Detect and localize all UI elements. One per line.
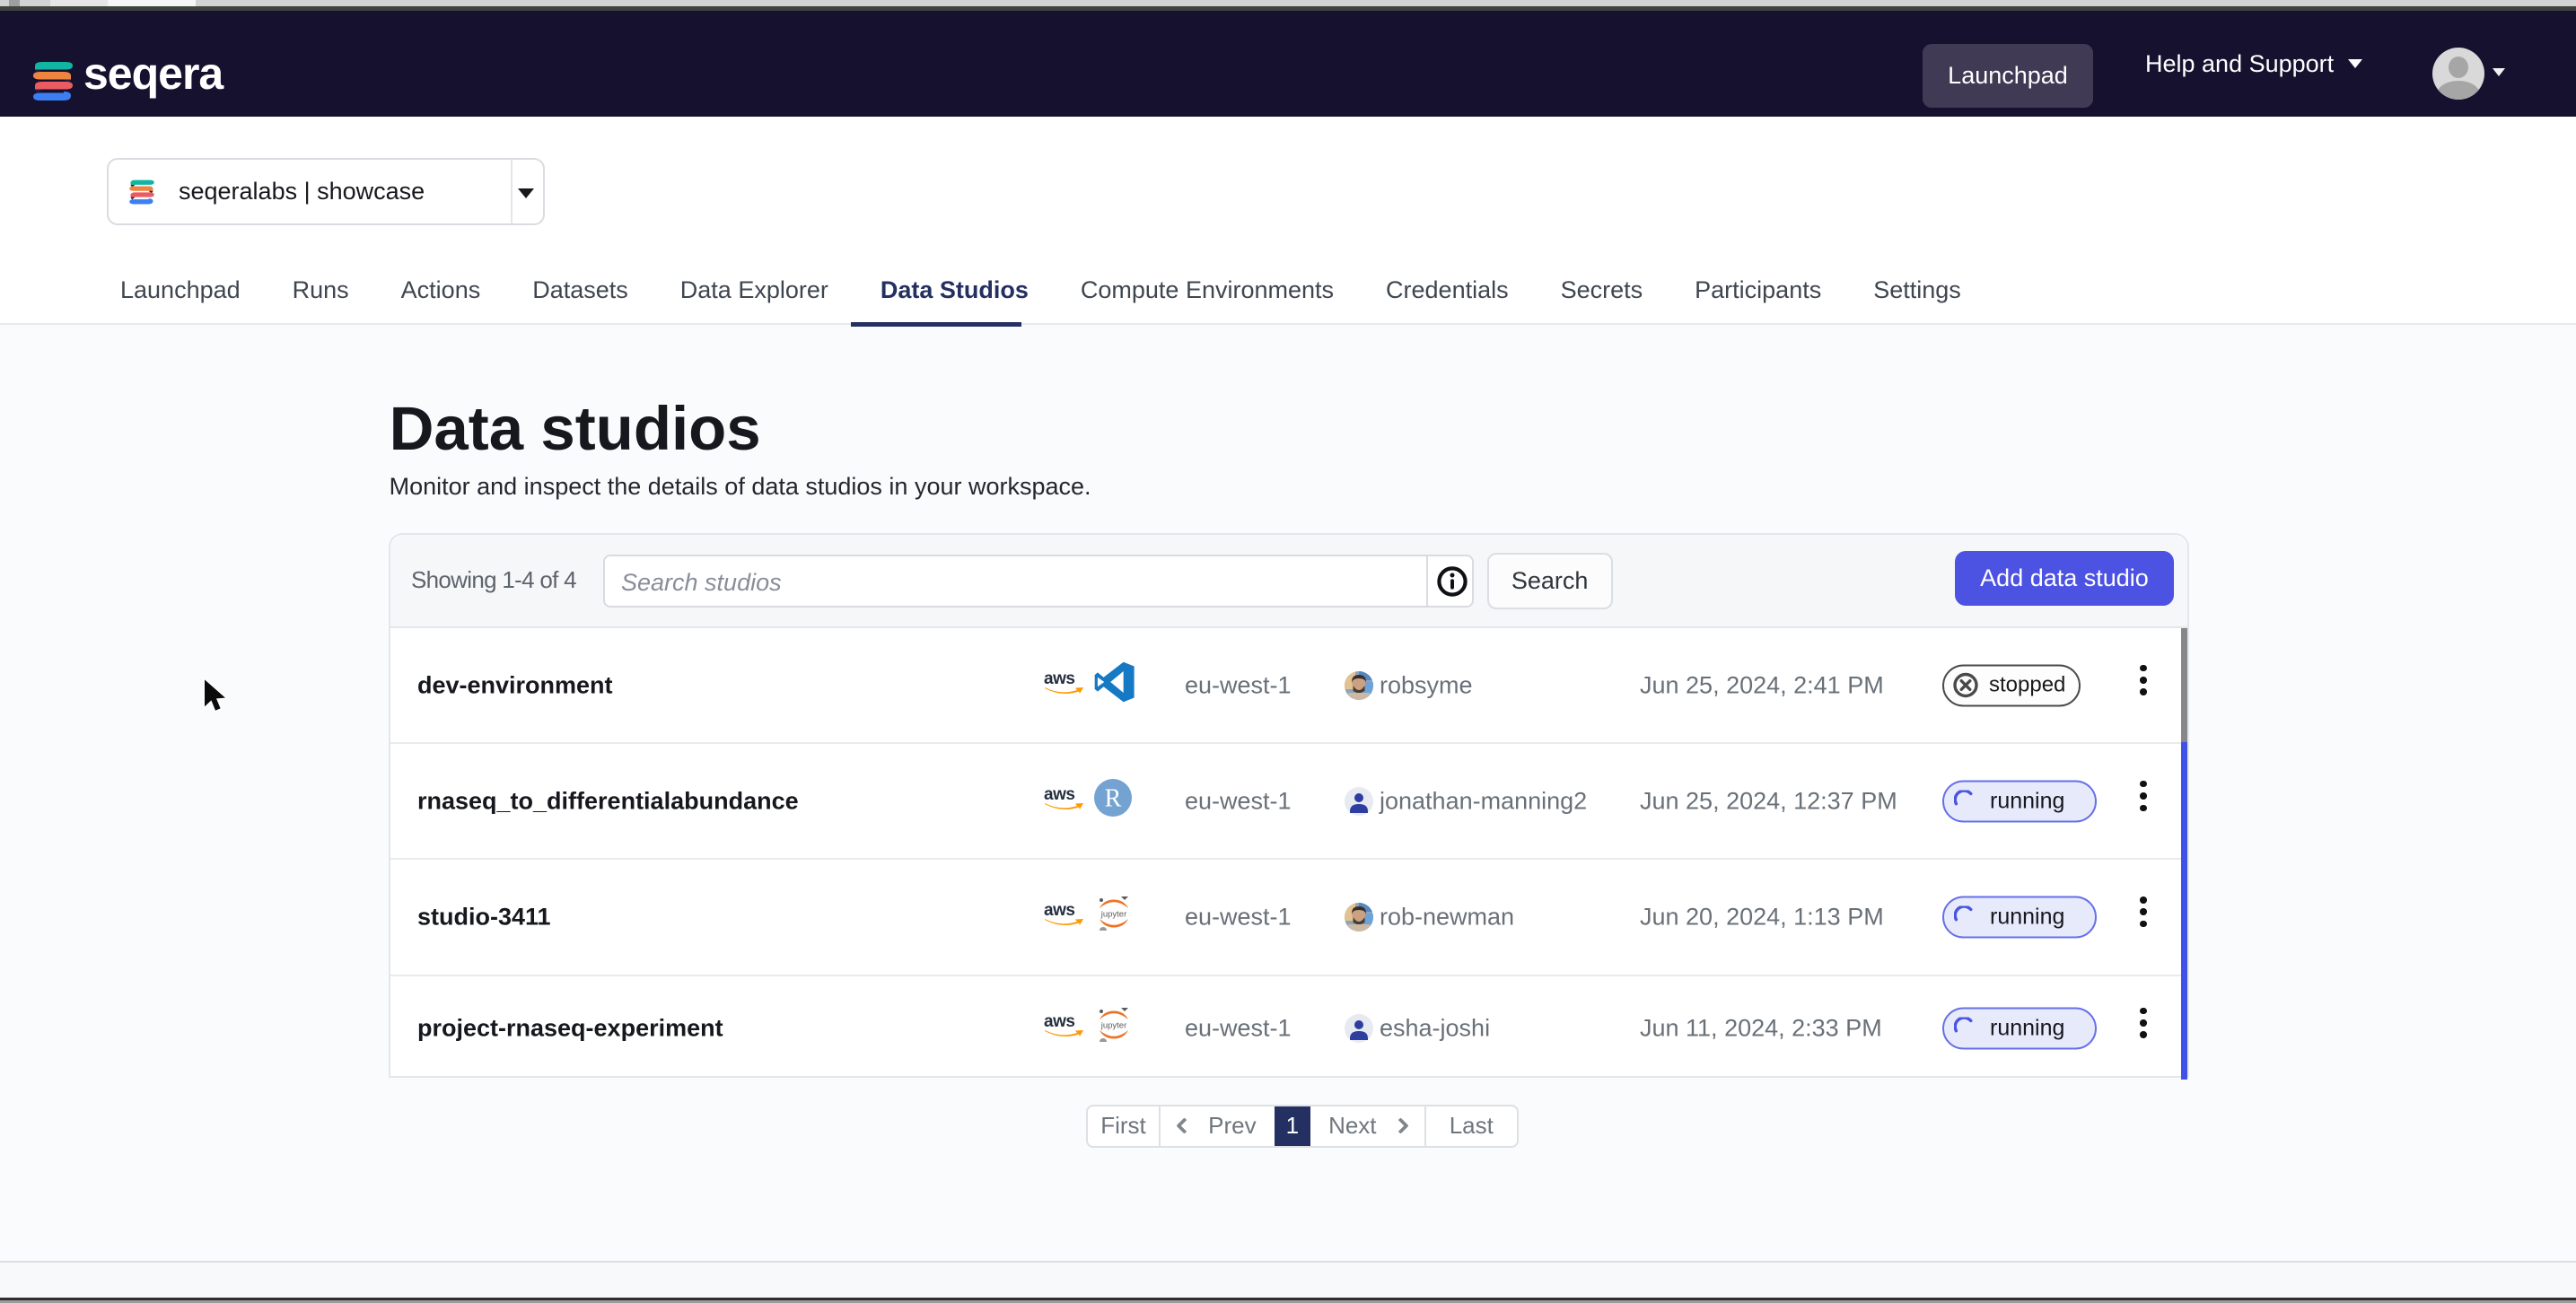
- svg-text:aws: aws: [1044, 1012, 1074, 1031]
- svg-text:aws: aws: [1044, 785, 1074, 804]
- svg-text:jupyter: jupyter: [1100, 909, 1127, 919]
- svg-text:aws: aws: [1044, 669, 1074, 688]
- svg-text:aws: aws: [1044, 901, 1074, 920]
- svg-text:R: R: [1105, 784, 1122, 812]
- svg-text:jupyter: jupyter: [1100, 1020, 1127, 1030]
